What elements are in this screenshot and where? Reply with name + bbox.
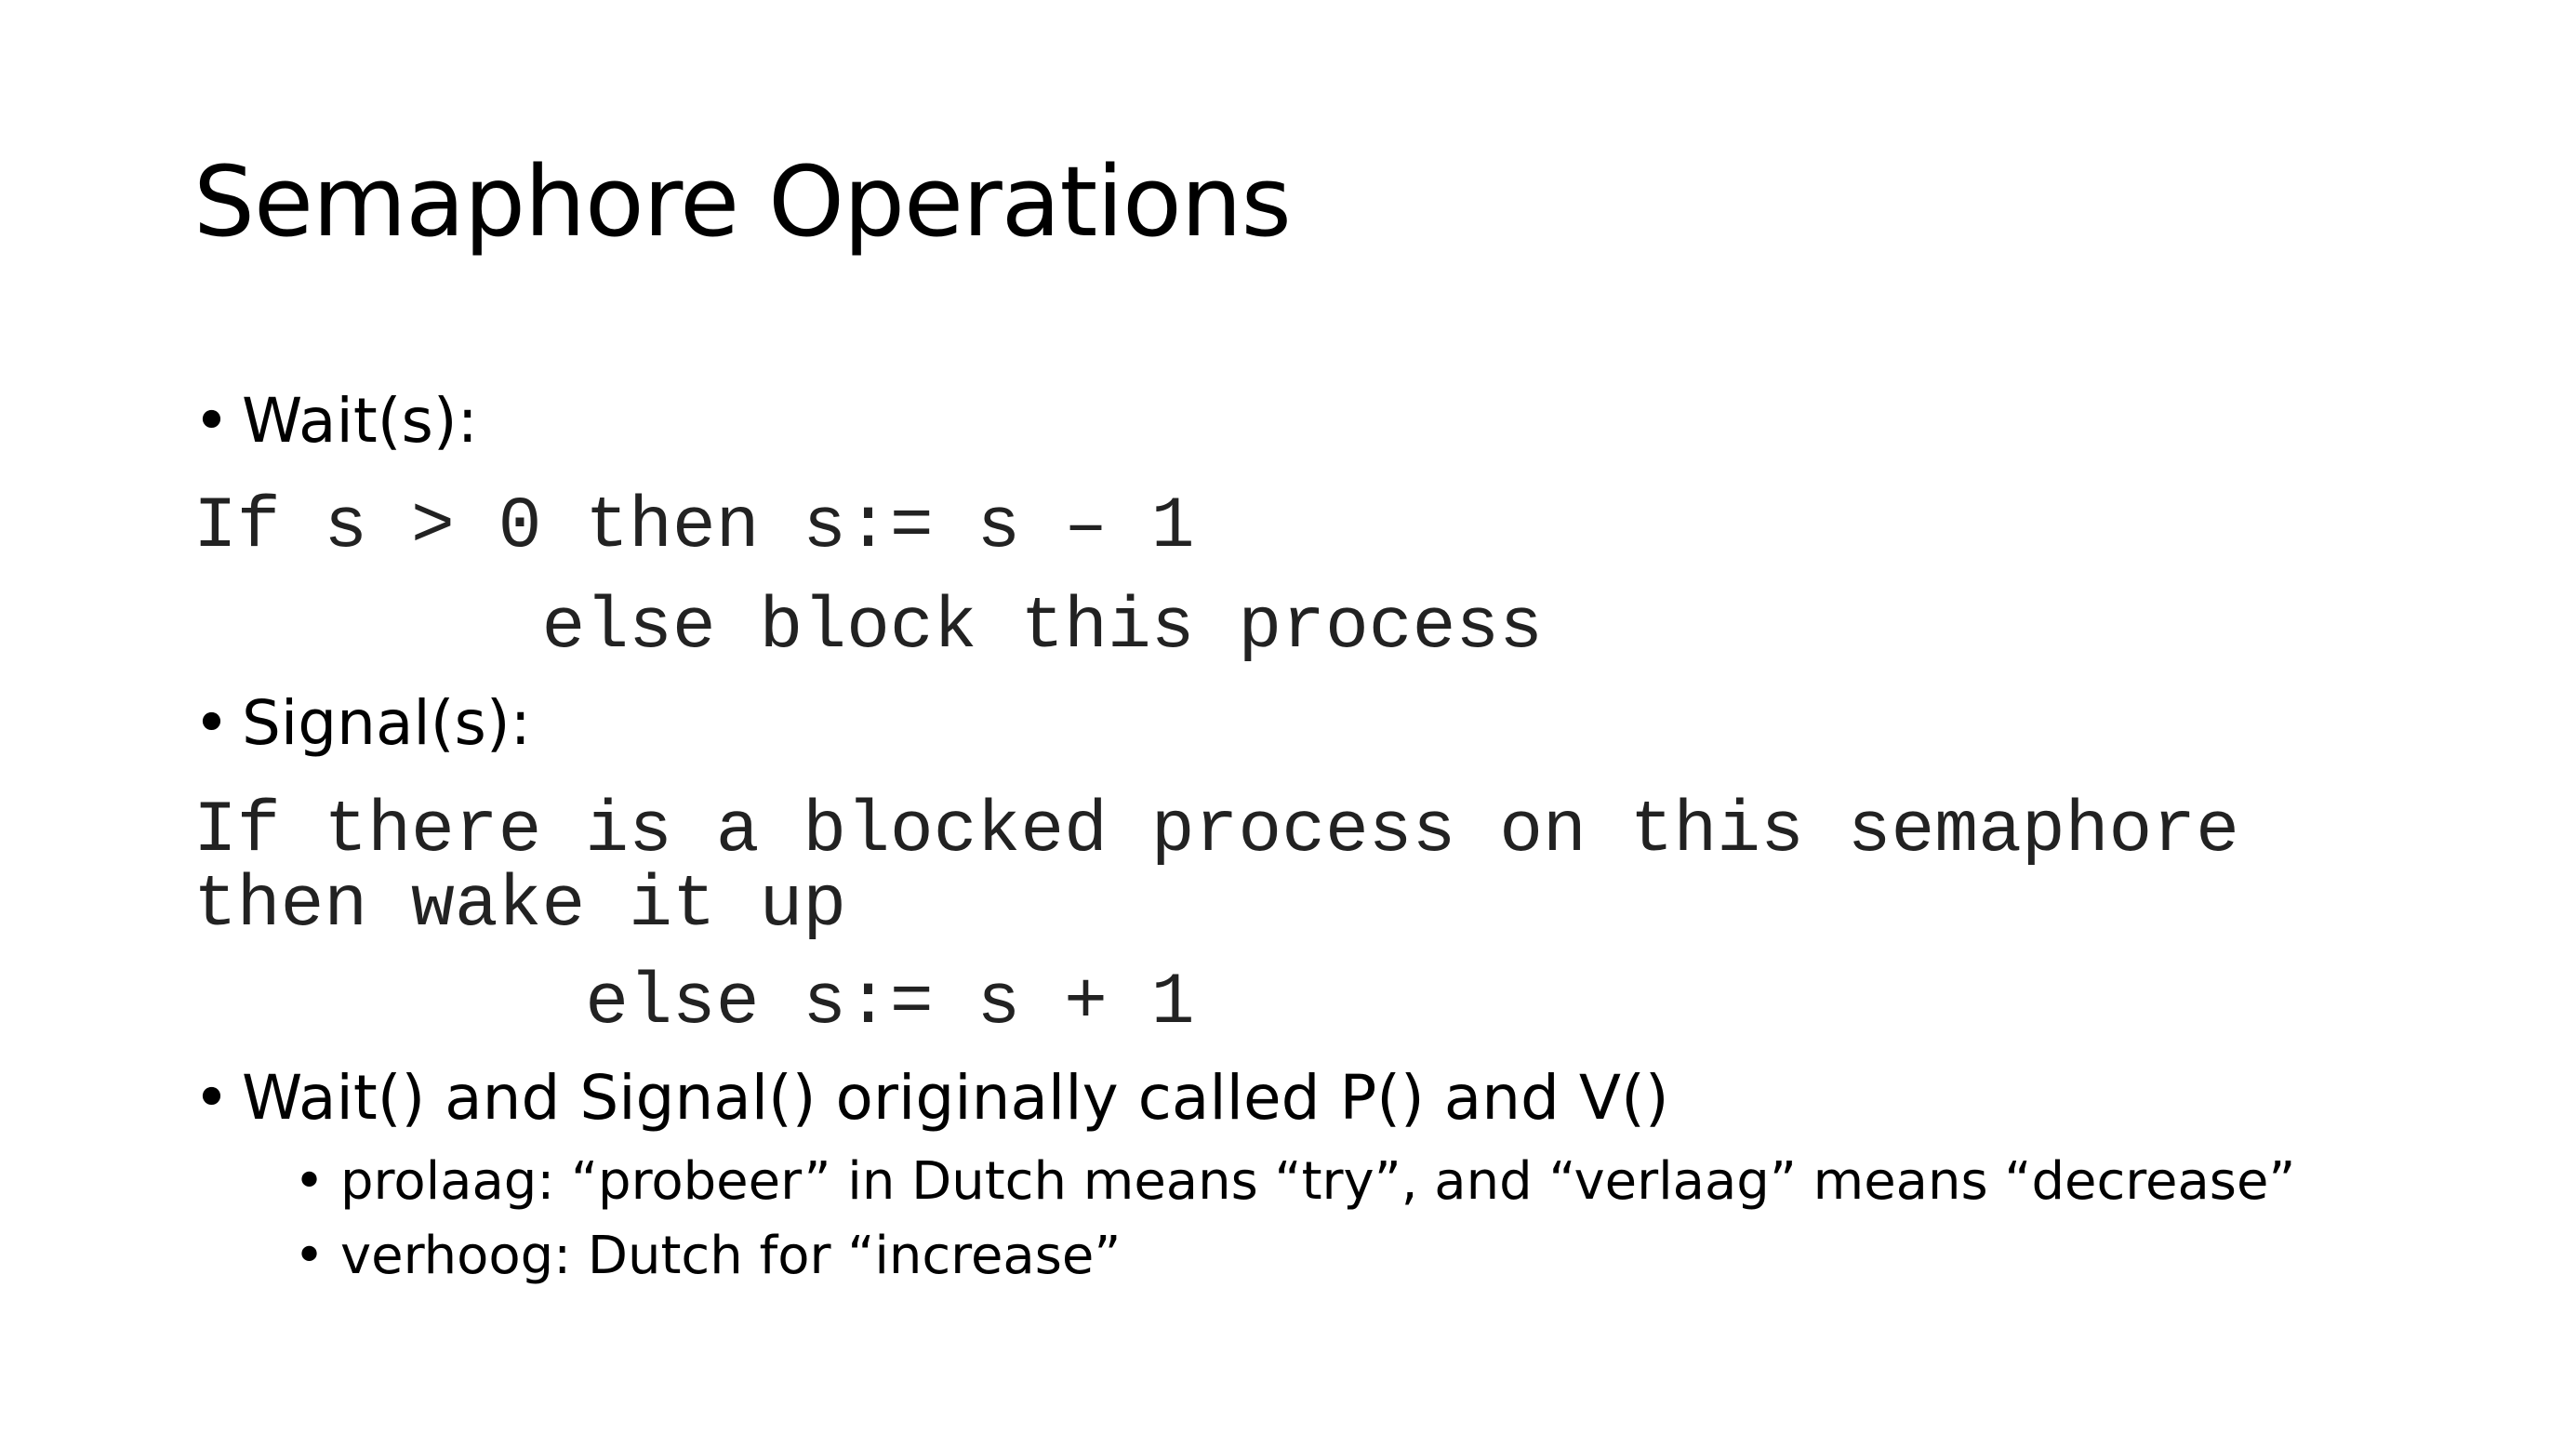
subbullet-text: verhoog: Dutch for “increase” [340, 1226, 1122, 1286]
subbullet-verhoog: • verhoog: Dutch for “increase” [294, 1230, 1121, 1282]
bullet-pv-origin: • Wait() and Signal() originally called P… [193, 1068, 1669, 1129]
bullet-text: Wait(s): [242, 385, 478, 457]
slide-title: Semaphore Operations [193, 145, 1292, 259]
bullet-signal: • Signal(s): [193, 693, 531, 754]
bullet-wait: • Wait(s): [193, 391, 478, 452]
code-signal-line-3: else s:= s + 1 [193, 962, 1195, 1044]
slide: Semaphore Operations • Wait(s): If s > 0 … [0, 0, 2576, 1447]
code-wait-line-2: else block this process [193, 587, 1544, 669]
subbullet-prolaag: • prolaag: “probeer” in Dutch means “try”… [294, 1156, 2295, 1208]
code-signal-line-1: If there is a blocked process on this se… [193, 790, 2239, 872]
subbullet-dot: • [294, 1226, 325, 1286]
bullet-dot: • [193, 687, 230, 759]
bullet-dot: • [193, 1062, 230, 1134]
bullet-text: Wait() and Signal() originally called P(… [242, 1062, 1669, 1134]
subbullet-text: prolaag: “probeer” in Dutch means “try”,… [340, 1151, 2296, 1212]
subbullet-dot: • [294, 1151, 325, 1212]
code-signal-line-2: then wake it up [193, 865, 847, 947]
code-wait-line-1: If s > 0 then s:= s – 1 [193, 486, 1195, 568]
bullet-text: Signal(s): [242, 687, 531, 759]
bullet-dot: • [193, 385, 230, 457]
